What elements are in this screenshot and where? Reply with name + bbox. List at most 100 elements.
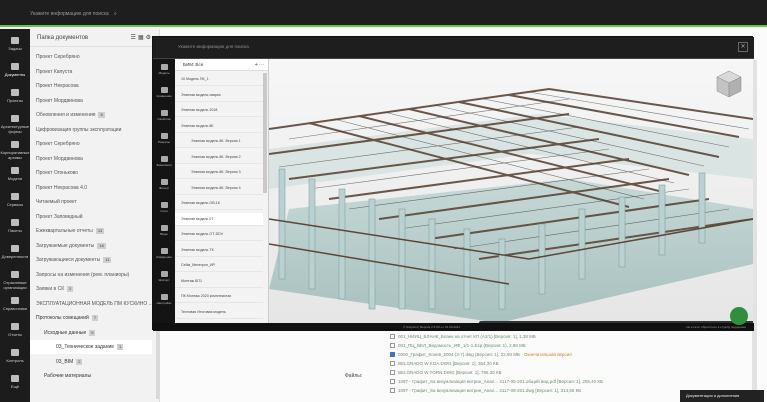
documents-tree-item[interactable]: Цифровизация группы эксплуатации [30,123,152,137]
model-tree-item[interactable]: Этапная модель 2018 [175,104,263,117]
file-row[interactable]: 0000_Графит_Конев_2004 (3-7) dwg (Версия… [390,350,572,359]
file-checkbox[interactable] [390,352,395,358]
viewer-rail-item[interactable]: Свойства [153,107,175,129]
file-link[interactable]: 1097 - Графит_Sa визуализация витрин_Ана… [398,388,581,393]
documents-tree-item[interactable]: Загружающиеся документы 11 [30,253,152,267]
model-tree-item[interactable]: Этапная модель ОТ-DDV [175,228,263,241]
viewer-rail-item[interactable]: Слои [153,199,175,221]
file-row[interactable]: 001_ПЦ_БЕЛ_Ведомость_ИФ_1/1-1.Ехр (Верси… [390,341,526,350]
search-icon[interactable]: ⌕ [114,11,117,17]
viewer-rail-item[interactable]: Виды [153,222,175,244]
tasks-icon [11,37,19,44]
documents-tree-item[interactable]: Ежеквартальные отчеты 13 [30,224,152,238]
model-tree-scrollbar[interactable] [263,73,267,193]
model-tree-tools[interactable]: + ⋯ [255,59,264,71]
file-row[interactable]: BELGRADO W TORN.DWG [Версия: 1], 796,30 … [390,368,502,377]
file-link[interactable]: 001_ПЦ_БЕЛ_Ведомость_ИФ_1/1-1.Ехр (Верси… [398,343,526,348]
file-checkbox[interactable] [390,361,395,367]
file-checkbox[interactable] [390,334,395,340]
model-tree-item[interactable]: Этапная модель 8К. Версия 3 [175,166,263,179]
model-tree-item[interactable]: Этапная модель ТК [175,244,263,257]
viewer-rail-item[interactable]: Экспорт [153,268,175,290]
viewer-rail-item[interactable]: Сравнение [153,84,175,106]
documents-tree-item[interactable]: Читаемый проект [30,195,152,209]
rail-item[interactable]: Справочники [0,293,30,321]
rail-item[interactable]: Задачи [0,33,30,61]
documents-tree-item[interactable]: Проект Некрасова [30,79,152,93]
documents-tree-item[interactable]: 03_Техническое задание 1 [30,340,152,354]
documents-tree-item[interactable]: Проект Серебряно [30,137,152,151]
viewer-top-bar: Укажите информацию для поиска ✕ [153,37,754,59]
documents-tree-item[interactable]: Проект Некрасова 4.0 [30,181,152,195]
viewer-rail-item[interactable]: Разрезы [153,130,175,152]
model-tree-item[interactable]: Этапная модель сварки [175,89,263,102]
documents-tree-item[interactable]: 03_BIM 2 [30,355,152,369]
documents-tree-item[interactable]: Рабочие материалы [30,369,152,383]
documents-tree-item[interactable]: Проект Мордвинова [30,152,152,166]
list-view-icon[interactable]: ☰ [131,35,138,41]
model-tree-item[interactable]: Тестовая Итоговая модель [175,306,263,319]
documents-tree-item[interactable]: Проект Огоньково [30,166,152,180]
grid-view-icon[interactable]: ▦ [138,35,146,41]
model-tree-item[interactable]: Этапная модель 8К. Версия 2 [175,151,263,164]
documents-tree-item[interactable]: Проект Мордвинова [30,94,152,108]
rail-item[interactable]: Отраслевые организации [0,267,30,295]
rail-item[interactable]: Пакеты [0,215,30,243]
file-row[interactable]: 001_НИИЦ_БЛАНК_Бланк на отчет КП (А2/1) … [390,332,536,341]
file-link[interactable]: BELGRADO W TORN.DWG [Версия: 1], 796,30 … [398,370,502,375]
viewer-rail-item[interactable]: Модель [153,61,175,83]
documents-tree-item[interactable]: Заявки в СК 2 [30,282,152,296]
documents-tree-item[interactable]: ЭКСПЛУАТАЦИОННАЯ МОДЕЛЬ ПМ КУСКИНО ... [30,297,152,311]
documents-tree-item[interactable]: Исходные данные 9 [30,326,152,340]
rail-item[interactable]: Ещё [0,371,30,399]
count-badge: 13 [95,228,105,234]
model-tree-item[interactable]: Сейм_Мегатрон_ИР [175,259,263,272]
viewer-rail-item[interactable]: Замечания [153,153,175,175]
model-tree-item[interactable]: Этапная модель 07 [175,212,263,226]
file-checkbox[interactable] [390,343,395,349]
view-cube-icon[interactable] [716,70,742,98]
file-link[interactable]: 001_НИИЦ_БЛАНК_Бланк на отчет КП (А2/1) … [398,334,536,339]
file-checkbox[interactable] [390,370,395,376]
model-tree-item[interactable]: Монтаж БП1 [175,275,263,288]
viewer-rail-item[interactable]: Настройки [153,291,175,313]
model-tree-item[interactable]: Этапная модель ОВ-1К [175,197,263,210]
viewer-rail-item[interactable]: Фильтр [153,176,175,198]
documents-tree-item[interactable]: Обновления и изменения 8 [30,108,152,122]
file-row[interactable]: 1097 - Графит_Sa визуализация витрин_Ана… [390,377,603,386]
rail-item[interactable]: Доверенности [0,241,30,269]
documents-tree-item[interactable]: Проект Серебряно [30,50,152,64]
viewer-rail-item[interactable]: Измерения [153,245,175,267]
close-icon[interactable]: ✕ [738,42,748,52]
model-tree-item[interactable]: Этапная модель 8К [175,120,263,133]
file-row[interactable]: 1097 - Графит_Sa визуализация витрин_Ана… [390,386,581,395]
model-tree-item[interactable]: 10 Модель ПК_1 [175,73,263,86]
documents-tree-item[interactable]: Проект Заповедный [30,210,152,224]
rail-item[interactable]: Документы [0,59,30,87]
global-search[interactable]: Укажите информацию для поиска ⌕ [30,8,350,20]
file-link[interactable]: 0000_Графит_Конев_2004 (3-7) dwg (Версия… [398,352,520,357]
rail-item[interactable]: Архитектурные формы [0,111,30,139]
rail-item[interactable]: Отчеты [0,319,30,347]
rail-item[interactable]: Модели [0,163,30,191]
model-tree-item[interactable]: Этапная модель 8К. Версия 4 [175,182,263,195]
model-tree-item[interactable]: ПК Монтаж 2020 комплексная [175,290,263,303]
file-row[interactable]: BELGRADO W KOA.DWG [Версия: 1], 364,30 К… [390,359,499,368]
file-checkbox[interactable] [390,388,395,394]
documentation-button[interactable]: Документация и дополнения [680,390,764,402]
documents-tree-item[interactable]: Запросы на изменения (рем. планиоры) [30,268,152,282]
rail-item[interactable]: Проекты [0,85,30,113]
rail-item[interactable]: Корпоративные архивы [0,137,30,165]
documents-tree-item[interactable]: Протоколы совещаний 7 [30,311,152,325]
model-tree-item[interactable]: Этапная модель 8К. Версия 1 [175,135,263,148]
rail-item[interactable]: Контроль [0,345,30,373]
rail-item[interactable]: Сервисы [0,189,30,217]
file-link[interactable]: 1097 - Графит_Sa визуализация витрин_Ана… [398,379,603,384]
file-link[interactable]: BELGRADO W KOA.DWG [Версия: 1], 364,30 К… [398,361,499,366]
file-checkbox[interactable] [390,379,395,385]
documents-tree-item[interactable]: Проект Капуста [30,65,152,79]
documents-tree-item[interactable]: Загружаемые документы 18 [30,239,152,253]
chat-icon[interactable] [730,307,748,325]
model-3d-canvas[interactable]: ✥✋↓⇣▣✎⟂◓◈⚘□▤⚙◪›⟳ⓘ◷⇄ [269,59,753,323]
viewer-search[interactable]: Укажите информацию для поиска [178,44,249,49]
